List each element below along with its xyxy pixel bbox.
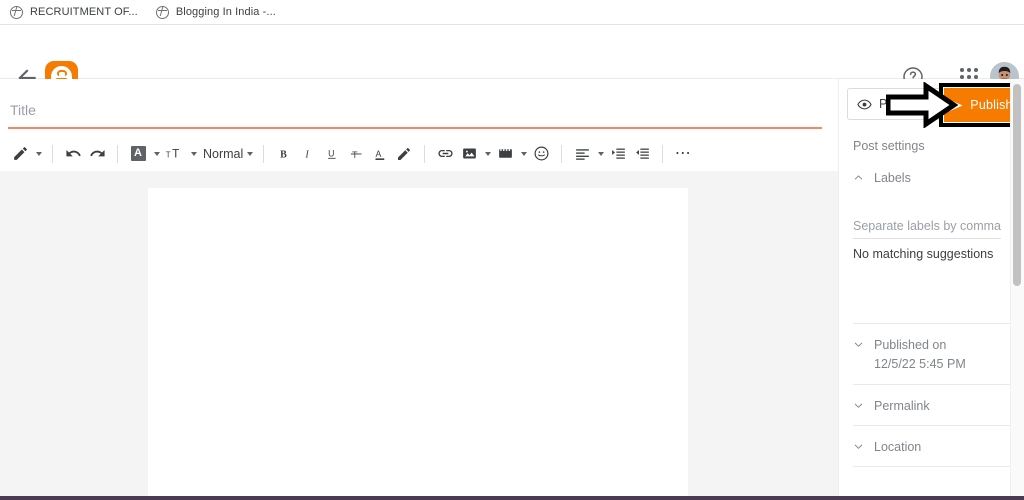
- editor-toolbar: A T T Normal B I U T A ⋯: [0, 137, 838, 171]
- blogger-post-editor: RECRUITMENT OF... Blogging In India -...: [0, 0, 1024, 500]
- svg-text:U: U: [328, 149, 334, 159]
- paragraph-style-caret[interactable]: [247, 151, 254, 156]
- insert-video-group[interactable]: [493, 140, 529, 168]
- publish-label: Publish: [970, 98, 1013, 112]
- image-icon[interactable]: [457, 140, 481, 168]
- highlight-pen-icon[interactable]: [392, 140, 416, 168]
- labels-field: No matching suggestions: [853, 217, 1011, 261]
- globe-icon: [10, 5, 23, 19]
- post-actions-row: Preview Publish: [839, 79, 1024, 129]
- undo-icon[interactable]: [61, 140, 85, 168]
- post-title-input[interactable]: [10, 97, 820, 123]
- preview-dropdown-caret[interactable]: [932, 102, 938, 106]
- post-settings-panel: Post settings Labels No matching suggest…: [839, 129, 1024, 500]
- post-settings-title: Post settings: [853, 139, 925, 153]
- pen-dropdown-caret[interactable]: [36, 151, 42, 156]
- eye-icon: [857, 99, 872, 109]
- redo-icon[interactable]: [85, 140, 109, 168]
- svg-text:T: T: [352, 150, 358, 160]
- text-color-box-icon[interactable]: A: [126, 140, 150, 168]
- bottom-edge-strip: [0, 496, 1024, 500]
- svg-text:B: B: [280, 149, 287, 160]
- preview-label: Preview: [879, 97, 924, 111]
- browser-tab-0[interactable]: RECRUITMENT OF...: [10, 0, 138, 24]
- post-settings-sidebar: Preview Publish Post settings Labels Sep…: [838, 79, 1024, 500]
- preview-button[interactable]: Preview: [847, 88, 947, 120]
- title-underline: [8, 127, 822, 129]
- indent-increase-icon[interactable]: [606, 140, 630, 168]
- labels-input[interactable]: [853, 219, 1001, 240]
- browser-tab-title: Blogging In India -...: [175, 6, 276, 18]
- labels-spacer: [853, 261, 1011, 323]
- labels-section-label: Labels: [874, 171, 911, 185]
- chevron-up-icon: [854, 175, 863, 180]
- italic-button[interactable]: I: [296, 140, 320, 168]
- chevron-down-icon: [854, 342, 863, 347]
- text-color-group[interactable]: A: [126, 140, 162, 168]
- video-dropdown-caret[interactable]: [521, 151, 528, 156]
- more-options-button[interactable]: ⋯: [671, 140, 695, 168]
- toolbar-divider: [561, 144, 563, 163]
- toolbar-divider: [424, 144, 426, 163]
- permalink-section[interactable]: Permalink: [853, 385, 1011, 425]
- paragraph-style-label[interactable]: Normal: [199, 147, 243, 161]
- video-icon[interactable]: [493, 140, 517, 168]
- browser-tab-strip: RECRUITMENT OF... Blogging In India -...: [0, 0, 1024, 25]
- image-dropdown-caret[interactable]: [485, 151, 492, 156]
- toolbar-divider: [117, 144, 118, 163]
- editor-canvas: [0, 171, 838, 500]
- publish-button[interactable]: Publish: [944, 88, 1016, 122]
- insert-image-group[interactable]: [457, 140, 493, 168]
- browser-tab-title: RECRUITMENT OF...: [30, 6, 138, 18]
- post-title-row: [0, 79, 838, 137]
- align-left-icon[interactable]: [570, 140, 594, 168]
- labels-suggestion-text: No matching suggestions: [853, 247, 994, 262]
- svg-text:I: I: [304, 149, 309, 160]
- text-color-letter: A: [130, 146, 146, 161]
- app-header: [0, 25, 1024, 94]
- link-icon[interactable]: [433, 140, 457, 168]
- sidebar-scrollbar-thumb[interactable]: [1013, 84, 1021, 286]
- toolbar-divider: [52, 144, 53, 163]
- svg-text:A: A: [375, 149, 381, 159]
- globe-icon: [155, 5, 169, 19]
- indent-decrease-icon[interactable]: [630, 140, 654, 168]
- published-on-section[interactable]: Published on 12/5/22 5:45 PM: [853, 324, 1011, 384]
- more-options-label: ⋯: [674, 144, 692, 162]
- align-dropdown-caret[interactable]: [598, 151, 605, 156]
- location-section[interactable]: Location: [853, 426, 1011, 466]
- pen-mode-group[interactable]: [8, 140, 44, 168]
- font-size-group[interactable]: T T: [162, 140, 199, 168]
- strikethrough-button[interactable]: T: [344, 140, 368, 168]
- font-size-dropdown-caret[interactable]: [191, 151, 197, 156]
- font-size-icon[interactable]: T T: [162, 140, 187, 168]
- emoji-icon[interactable]: [529, 140, 553, 168]
- text-color-dropdown-caret[interactable]: [154, 151, 160, 156]
- location-label: Location: [874, 439, 922, 454]
- chevron-down-icon: [854, 444, 863, 449]
- chevron-down-icon: [854, 403, 863, 408]
- browser-tab-1[interactable]: Blogging In India -...: [155, 0, 276, 24]
- section-divider: [853, 465, 1011, 467]
- svg-text:T: T: [166, 150, 171, 159]
- published-on-value: 12/5/22 5:45 PM: [874, 356, 966, 371]
- send-icon: [949, 98, 963, 112]
- paragraph-style-group[interactable]: Normal: [199, 147, 255, 161]
- post-body-editor[interactable]: [148, 188, 688, 500]
- underline-button[interactable]: U: [320, 140, 344, 168]
- toolbar-divider: [263, 144, 265, 163]
- labels-section-header[interactable]: Labels: [853, 157, 1011, 197]
- text-color-button[interactable]: A: [368, 140, 392, 168]
- published-on-label: Published on: [874, 338, 947, 353]
- svg-text:T: T: [172, 146, 179, 160]
- toolbar-divider: [662, 144, 664, 163]
- pen-icon[interactable]: [8, 140, 32, 168]
- permalink-label: Permalink: [874, 398, 930, 413]
- align-group[interactable]: [570, 140, 606, 168]
- bold-button[interactable]: B: [272, 140, 296, 168]
